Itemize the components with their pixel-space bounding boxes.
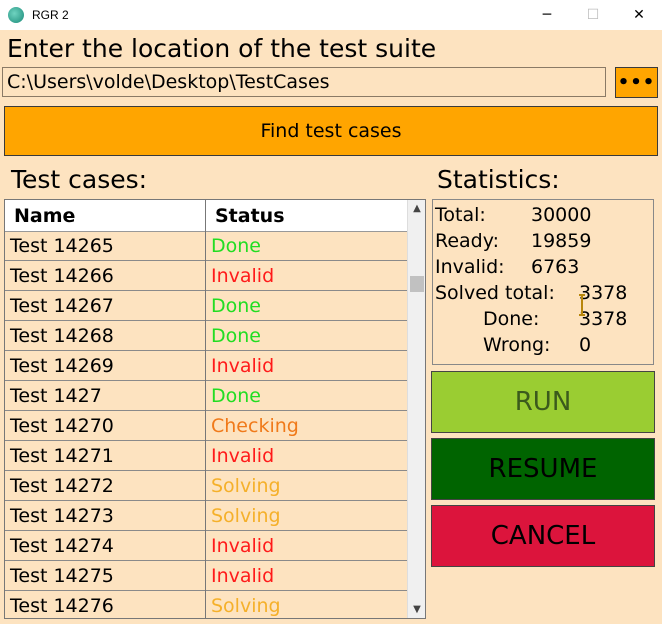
test-name-cell: Test 14272: [10, 475, 114, 497]
window-title: RGR 2: [32, 8, 69, 22]
title-bar: RGR 2 ─ ☐ ✕: [0, 0, 662, 30]
test-name-cell: Test 14276: [10, 595, 114, 617]
solved-total-label: Solved total:: [435, 282, 555, 304]
done-value: 3378: [579, 308, 628, 330]
test-status-cell: Done: [211, 235, 261, 257]
test-cases-title: Test cases:: [11, 165, 148, 194]
table-row[interactable]: Test 14276 Solving: [5, 591, 407, 618]
wrong-value: 0: [579, 334, 592, 356]
table-row[interactable]: Test 14275 Invalid: [5, 561, 407, 591]
test-name-cell: Test 14273: [10, 505, 114, 527]
test-name-cell: Test 14265: [10, 235, 114, 257]
text-cursor-icon: [579, 294, 585, 316]
test-name-cell: Test 14268: [10, 325, 114, 347]
run-button[interactable]: RUN: [431, 371, 655, 433]
test-name-cell: Test 14275: [10, 565, 114, 587]
done-label: Done:: [483, 308, 540, 330]
test-name-cell: Test 1427: [10, 385, 102, 407]
table-row[interactable]: Test 14266 Invalid: [5, 261, 407, 291]
resume-button[interactable]: RESUME: [431, 438, 655, 500]
column-header-name[interactable]: Name: [14, 205, 75, 227]
test-status-cell: Invalid: [211, 535, 275, 557]
test-name-cell: Test 14267: [10, 295, 114, 317]
path-value: C:\Users\volde\Desktop\TestCases: [7, 71, 330, 93]
total-label: Total:: [435, 204, 486, 226]
statistics-panel: Total: 30000 Ready: 19859 Invalid: 6763 …: [432, 199, 654, 365]
scroll-down-icon[interactable]: ▼: [408, 601, 425, 618]
total-value: 30000: [531, 204, 592, 226]
test-status-cell: Done: [211, 385, 261, 407]
table-header: Name Status: [5, 200, 407, 232]
test-status-cell: Invalid: [211, 445, 275, 467]
test-status-cell: Solving: [211, 475, 281, 497]
path-input[interactable]: C:\Users\volde\Desktop\TestCases: [2, 67, 606, 97]
vertical-scrollbar[interactable]: ▲ ▼: [407, 200, 425, 618]
table-row[interactable]: Test 14265 Done: [5, 231, 407, 261]
close-icon[interactable]: ✕: [616, 0, 662, 30]
table-row[interactable]: Test 14274 Invalid: [5, 531, 407, 561]
test-status-cell: Invalid: [211, 265, 275, 287]
find-test-cases-button[interactable]: Find test cases: [4, 106, 658, 156]
test-name-cell: Test 14271: [10, 445, 114, 467]
test-status-cell: Solving: [211, 505, 281, 527]
table-row[interactable]: Test 14268 Done: [5, 321, 407, 351]
scroll-thumb[interactable]: [410, 276, 424, 292]
invalid-label: Invalid:: [435, 256, 505, 278]
test-status-cell: Invalid: [211, 355, 275, 377]
statistics-title: Statistics:: [437, 165, 560, 194]
test-status-cell: Invalid: [211, 565, 275, 587]
invalid-value: 6763: [531, 256, 580, 278]
test-status-cell: Done: [211, 325, 261, 347]
ready-label: Ready:: [435, 230, 500, 252]
cancel-button[interactable]: CANCEL: [431, 505, 655, 567]
test-name-cell: Test 14270: [10, 415, 114, 437]
solved-total-value: 3378: [579, 282, 628, 304]
table-row[interactable]: Test 14272 Solving: [5, 471, 407, 501]
maximize-icon[interactable]: ☐: [570, 0, 616, 30]
test-name-cell: Test 14266: [10, 265, 114, 287]
minimize-icon[interactable]: ─: [524, 0, 570, 30]
app-icon: [8, 7, 24, 23]
test-status-cell: Done: [211, 295, 261, 317]
test-name-cell: Test 14269: [10, 355, 114, 377]
ready-value: 19859: [531, 230, 592, 252]
table-row[interactable]: Test 14273 Solving: [5, 501, 407, 531]
test-status-cell: Solving: [211, 595, 281, 617]
test-name-cell: Test 14274: [10, 535, 114, 557]
table-rows: Test 14265 Done Test 14266 Invalid Test 1426…: [5, 231, 407, 618]
table-row[interactable]: Test 14271 Invalid: [5, 441, 407, 471]
column-divider: [205, 200, 206, 618]
test-cases-table[interactable]: Name Status Test 14265 Done Test 14266 Inva…: [4, 199, 426, 619]
wrong-label: Wrong:: [483, 334, 551, 356]
table-row[interactable]: Test 1427 Done: [5, 381, 407, 411]
table-row[interactable]: Test 14269 Invalid: [5, 351, 407, 381]
location-prompt: Enter the location of the test suite: [7, 34, 437, 63]
table-row[interactable]: Test 14270 Checking: [5, 411, 407, 441]
test-status-cell: Checking: [211, 415, 299, 437]
scroll-up-icon[interactable]: ▲: [408, 200, 425, 217]
table-row[interactable]: Test 14267 Done: [5, 291, 407, 321]
column-header-status[interactable]: Status: [215, 205, 285, 227]
browse-button[interactable]: •••: [615, 67, 658, 98]
